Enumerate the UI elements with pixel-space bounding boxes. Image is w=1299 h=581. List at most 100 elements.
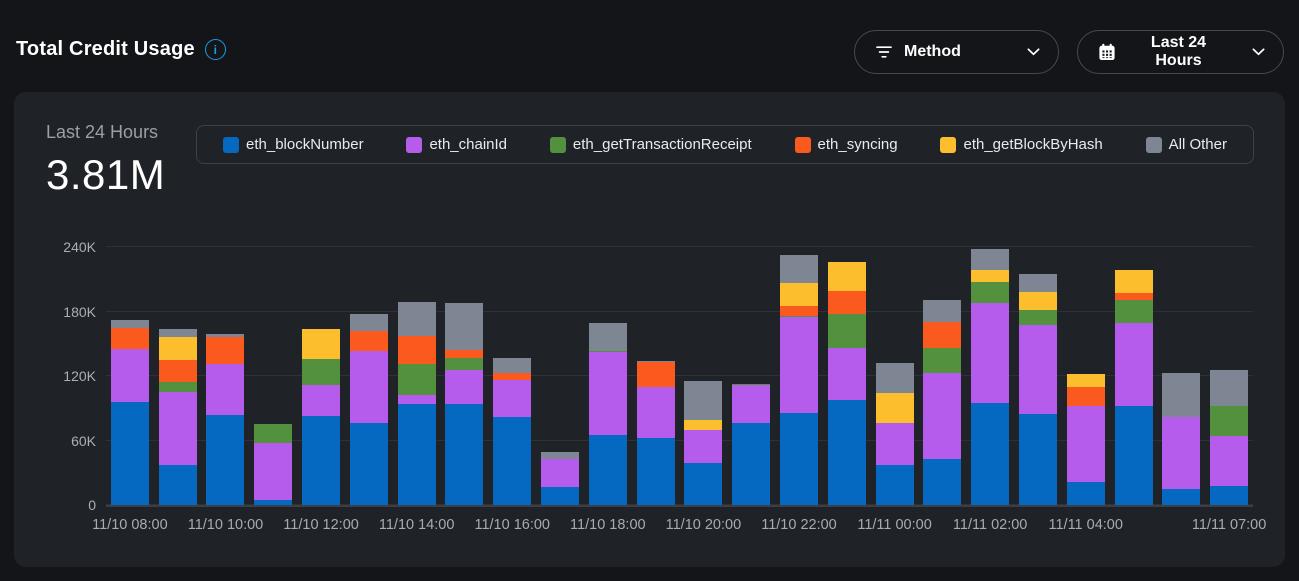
bar-11-10-19-00[interactable] [637, 247, 675, 505]
bar-segment [1210, 486, 1248, 505]
bar-segment [1019, 325, 1057, 413]
bar-segment [971, 403, 1009, 505]
legend-item[interactable]: eth_blockNumber [223, 136, 364, 153]
legend-item[interactable]: eth_chainId [406, 136, 507, 153]
bar-segment [780, 413, 818, 505]
bar-segment [732, 423, 770, 505]
bar-segment [1019, 292, 1057, 310]
bar-slot [871, 247, 919, 505]
bar-segment [206, 364, 244, 415]
bar-segment [350, 351, 388, 423]
bar-11-11-00-00[interactable] [876, 247, 914, 505]
bar-slot [680, 247, 728, 505]
chevron-down-icon [1027, 48, 1040, 56]
bars-container [106, 247, 1253, 505]
bar-11-10-16-00[interactable] [493, 247, 531, 505]
x-axis-tick: 11/11 04:00 [1048, 517, 1122, 533]
page-header: Total Credit Usage i Method [0, 0, 1299, 92]
bar-slot [393, 247, 441, 505]
method-filter-button[interactable]: Method [854, 30, 1059, 74]
bar-slot [1014, 247, 1062, 505]
bar-segment [350, 423, 388, 505]
legend-item[interactable]: eth_getBlockByHash [940, 136, 1102, 153]
bar-slot [584, 247, 632, 505]
bar-segment [1019, 414, 1057, 505]
bar-slot [441, 247, 489, 505]
bar-segment [493, 373, 531, 381]
bar-segment [1067, 387, 1105, 406]
bar-segment [1067, 482, 1105, 505]
bar-segment [971, 249, 1009, 269]
bar-11-11-04-00[interactable] [1067, 247, 1105, 505]
bar-segment [828, 291, 866, 314]
bar-segment [541, 487, 579, 505]
bar-slot [775, 247, 823, 505]
bar-segment [684, 420, 722, 430]
bar-11-10-09-00[interactable] [159, 247, 197, 505]
bar-11-11-05-00[interactable] [1115, 247, 1153, 505]
bar-11-10-14-00[interactable] [398, 247, 436, 505]
bar-11-10-18-00[interactable] [589, 247, 627, 505]
bar-segment [1019, 310, 1057, 325]
chart-legend: eth_blockNumber eth_chainId eth_getTransac… [196, 125, 1254, 164]
bar-slot [154, 247, 202, 505]
bar-11-10-22-00[interactable] [780, 247, 818, 505]
y-axis-tick: 0 [46, 496, 96, 514]
bar-segment [159, 329, 197, 338]
chevron-down-icon [1252, 48, 1265, 56]
legend-item[interactable]: eth_getTransactionReceipt [550, 136, 752, 153]
bar-11-10-12-00[interactable] [302, 247, 340, 505]
bar-11-11-03-00[interactable] [1019, 247, 1057, 505]
bar-11-10-10-00[interactable] [206, 247, 244, 505]
legend-swatch-icon [550, 137, 566, 153]
bar-segment [589, 352, 627, 435]
bar-segment [1210, 406, 1248, 436]
bar-segment [111, 349, 149, 402]
x-axis-tick: 11/11 07:00 [1192, 517, 1266, 533]
x-axis-tick: 11/10 20:00 [666, 517, 742, 533]
legend-label: eth_blockNumber [246, 136, 364, 153]
bar-11-10-15-00[interactable] [445, 247, 483, 505]
legend-item[interactable]: eth_syncing [795, 136, 898, 153]
bar-11-10-17-00[interactable] [541, 247, 579, 505]
filter-icon [875, 45, 893, 59]
bar-segment [445, 303, 483, 350]
bar-segment [923, 322, 961, 348]
bar-segment [1115, 270, 1153, 294]
bar-segment [923, 373, 961, 459]
bar-segment [398, 404, 436, 505]
legend-swatch-icon [223, 137, 239, 153]
bar-segment [1210, 436, 1248, 485]
bar-11-10-11-00[interactable] [254, 247, 292, 505]
bar-11-11-01-00[interactable] [923, 247, 961, 505]
bar-segment [732, 385, 770, 424]
bar-11-10-13-00[interactable] [350, 247, 388, 505]
bar-segment [1115, 406, 1153, 505]
legend-item[interactable]: All Other [1146, 136, 1227, 153]
bar-segment [350, 314, 388, 331]
bar-11-11-02-00[interactable] [971, 247, 1009, 505]
title-row: Total Credit Usage i [16, 38, 226, 61]
bar-slot [1158, 247, 1206, 505]
bar-segment [254, 443, 292, 500]
bar-11-10-08-00[interactable] [111, 247, 149, 505]
bar-segment [828, 348, 866, 400]
bar-segment [1162, 489, 1200, 505]
bar-segment [971, 282, 1009, 302]
bar-segment [493, 417, 531, 505]
bar-11-11-07-00[interactable] [1210, 247, 1248, 505]
x-axis-tick: 11/10 16:00 [474, 517, 550, 533]
header-controls: Method [854, 30, 1284, 74]
usage-chart-card: Last 24 Hours 3.81M eth_blockNumbereth_c… [14, 92, 1285, 567]
usage-chart: 060K120K180K240K 11/10 08:0011/10 10:001… [46, 237, 1255, 547]
info-icon[interactable]: i [205, 39, 226, 60]
bar-11-10-21-00[interactable] [732, 247, 770, 505]
bar-11-10-23-00[interactable] [828, 247, 866, 505]
bar-11-11-06-00[interactable] [1162, 247, 1200, 505]
bar-segment [111, 328, 149, 350]
bar-slot [345, 247, 393, 505]
time-range-button[interactable]: Last 24 Hours [1077, 30, 1284, 74]
bar-slot [297, 247, 345, 505]
bar-11-10-20-00[interactable] [684, 247, 722, 505]
bar-segment [684, 430, 722, 463]
